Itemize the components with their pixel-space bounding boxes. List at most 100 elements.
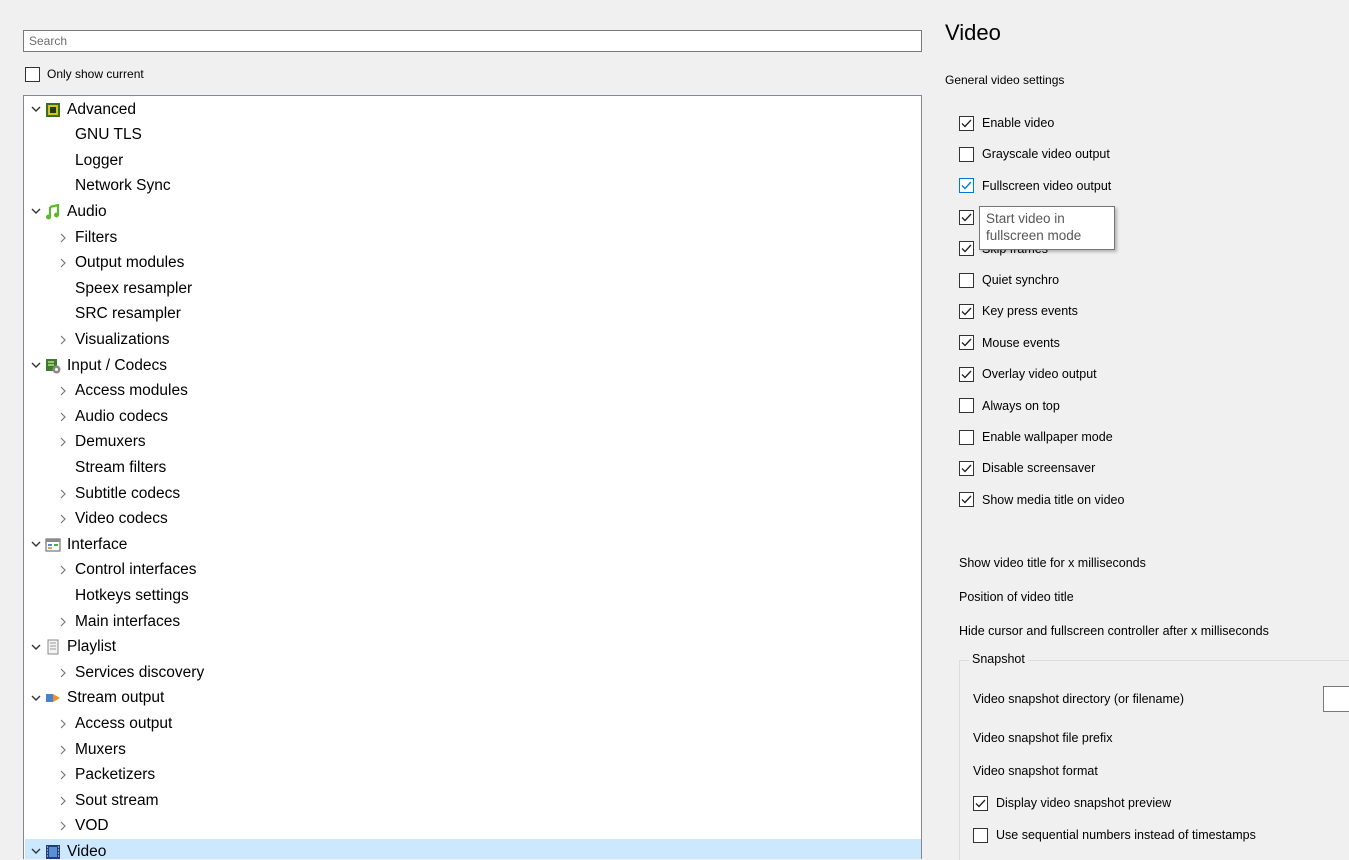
disable-screensaver-checkbox[interactable]: Disable screensaver [959,459,1095,477]
tree-item-label: Audio [67,202,107,220]
tree-item-hotkeys-settings[interactable]: Hotkeys settings [75,583,189,608]
tree-item-services-discovery[interactable]: Services discovery [54,660,204,685]
tree-item-subtitle-codecs[interactable]: Subtitle codecs [54,481,180,506]
tree-item-speex-resampler[interactable]: Speex resampler [75,276,192,301]
checkbox-box[interactable] [959,492,974,508]
chevron-down-icon[interactable] [27,839,45,859]
key-press-events-checkbox[interactable]: Key press events [959,302,1078,320]
position-title-label: Position of video title [959,590,1074,604]
checkbox-box[interactable] [959,429,974,445]
tree-item-stream-filters[interactable]: Stream filters [75,455,166,480]
chevron-right-icon[interactable] [54,481,72,506]
fullscreen-video-output-checkbox[interactable]: Fullscreen video output [959,177,1111,195]
chevron-right-icon[interactable] [54,327,72,352]
option-label: Enable video [982,116,1055,130]
tree-item-advanced[interactable]: Advanced [27,97,136,122]
checkbox-box[interactable] [973,827,988,843]
enable-wallpaper-mode-checkbox[interactable]: Enable wallpaper mode [959,428,1113,446]
chevron-right-icon[interactable] [54,558,72,583]
tree-item-audio[interactable]: Audio [27,199,107,224]
chevron-right-icon[interactable] [54,379,72,404]
tree-item-output-modules[interactable]: Output modules [54,251,184,276]
tree-item-video-codecs[interactable]: Video codecs [54,507,168,532]
mouse-events-checkbox[interactable]: Mouse events [959,334,1060,352]
checkbox-box[interactable] [959,303,974,319]
only-show-current-checkbox[interactable]: Only show current [25,65,144,83]
chevron-right-icon[interactable] [54,251,72,276]
tree-item-muxers[interactable]: Muxers [54,737,126,762]
tree-item-filters[interactable]: Filters [54,225,117,250]
option-label: Enable wallpaper mode [982,430,1113,444]
always-on-top-checkbox[interactable]: Always on top [959,397,1060,415]
tree-item-access-modules[interactable]: Access modules [54,379,188,404]
checkbox-box[interactable] [959,209,974,225]
tree-item-control-interfaces[interactable]: Control interfaces [54,558,196,583]
tree-item-stream-output[interactable]: Stream output [27,686,164,711]
tree-item-label: Network Sync [75,177,171,195]
search-input[interactable]: Search [23,30,922,52]
audio-note-icon [45,203,61,220]
tree-item-packetizers[interactable]: Packetizers [54,763,155,788]
checkbox-box[interactable] [959,241,974,257]
overlay-video-output-checkbox[interactable]: Overlay video output [959,365,1097,383]
chevron-right-icon[interactable] [54,225,72,250]
tree-item-sout-stream[interactable]: Sout stream [54,788,159,813]
chevron-right-icon[interactable] [54,711,72,736]
tree-item-playlist[interactable]: Playlist [27,635,116,660]
tree-item-label: Hotkeys settings [75,586,189,604]
chevron-right-icon[interactable] [54,788,72,813]
checkbox-box[interactable] [959,335,974,351]
chevron-down-icon[interactable] [27,353,45,378]
enable-video-checkbox[interactable]: Enable video [959,114,1054,132]
checkbox-box[interactable] [959,146,974,162]
grayscale-video-output-checkbox[interactable]: Grayscale video output [959,145,1110,163]
tree-item-video[interactable]: Video [25,839,921,859]
tree-item-gnu-tls[interactable]: GNU TLS [75,123,142,148]
checkbox-box[interactable] [959,366,974,382]
tree-item-label: Access output [75,714,173,732]
chevron-right-icon[interactable] [54,404,72,429]
tree-item-vod[interactable]: VOD [54,814,109,839]
checkbox-box[interactable] [973,795,988,811]
tree-item-main-interfaces[interactable]: Main interfaces [54,609,180,634]
tree-item-network-sync[interactable]: Network Sync [75,174,171,199]
tree-item-src-resampler[interactable]: SRC resampler [75,302,181,327]
checkbox-box[interactable] [959,178,974,194]
chevron-right-icon[interactable] [54,507,72,532]
chevron-right-icon[interactable] [54,430,72,455]
tree-item-demuxers[interactable]: Demuxers [54,430,146,455]
snapshot-sequential-checkbox[interactable]: Use sequential numbers instead of timest… [973,826,1256,844]
tree-item-label: Muxers [75,740,126,758]
chevron-right-icon[interactable] [54,814,72,839]
snapshot-directory-input[interactable] [1323,686,1349,712]
tree-item-access-output[interactable]: Access output [54,711,172,736]
tree-item-visualizations[interactable]: Visualizations [54,327,170,352]
chevron-down-icon[interactable] [27,97,45,122]
tree-item-label: Subtitle codecs [75,484,181,502]
chevron-down-icon[interactable] [27,199,45,224]
checkbox-box[interactable] [959,460,974,476]
option-label: Grayscale video output [982,147,1110,162]
chevron-right-icon[interactable] [54,609,72,634]
show-title-ms-label: Show video title for x milliseconds [959,556,1146,570]
chevron-down-icon[interactable] [27,686,45,711]
chevron-right-icon[interactable] [54,763,72,788]
show-media-title-on-video-checkbox[interactable]: Show media title on video [959,491,1124,509]
page-title: Video [945,20,1001,45]
chevron-right-icon[interactable] [54,660,72,685]
tree-item-interface[interactable]: Interface [27,532,127,557]
preferences-tree[interactable]: Advanced GNU TLS Logger Network Sync Audio Fi… [23,95,922,859]
checkbox-box[interactable] [25,66,40,82]
checkbox-box[interactable] [959,115,974,131]
snapshot-preview-checkbox[interactable]: Display video snapshot preview [973,794,1171,812]
tree-item-logger[interactable]: Logger [75,148,123,173]
quiet-synchro-checkbox[interactable]: Quiet synchro [959,271,1059,289]
tree-item-input-codecs[interactable]: Input / Codecs [27,353,167,378]
checkbox-box[interactable] [959,272,974,288]
chevron-down-icon[interactable] [27,635,45,660]
tree-item-label: Advanced [67,100,136,118]
checkbox-box[interactable] [959,398,974,414]
chevron-right-icon[interactable] [54,737,72,762]
tree-item-audio-codecs[interactable]: Audio codecs [54,404,168,429]
chevron-down-icon[interactable] [27,532,45,557]
